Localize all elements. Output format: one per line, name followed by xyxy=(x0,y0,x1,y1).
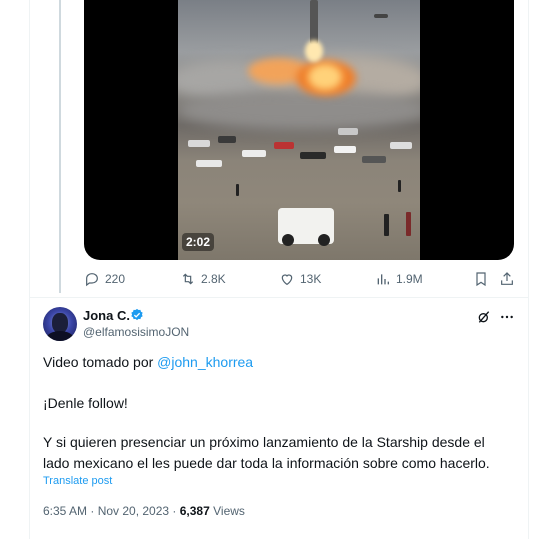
column-border-right xyxy=(528,0,529,539)
like-count: 13K xyxy=(300,272,322,286)
user-handle[interactable]: @elfamosisimoJON xyxy=(83,325,189,339)
share-icon xyxy=(501,272,513,285)
tweet-text-line-4: lado mexicano el les puede dar toda la i… xyxy=(43,455,490,471)
bookmark-button[interactable] xyxy=(473,271,489,292)
grok-icon[interactable] xyxy=(476,309,492,325)
views-icon xyxy=(377,274,389,285)
more-icon[interactable] xyxy=(499,309,515,325)
video-duration: 2:02 xyxy=(182,233,215,251)
like-button[interactable]: 13K xyxy=(279,271,321,287)
thread-connector-line xyxy=(59,0,61,293)
reply-icon xyxy=(86,273,98,287)
avatar[interactable] xyxy=(43,307,77,341)
translate-post-link[interactable]: Translate post xyxy=(43,475,112,487)
views-button[interactable]: 1.9M xyxy=(375,271,423,287)
views-total: 6,387 xyxy=(179,504,210,518)
tweet-timestamp[interactable]: 6:35 AM · Nov 20, 2023 · xyxy=(43,504,180,518)
video-frame xyxy=(178,0,420,260)
tweet-text-line-2: ¡Denle follow! xyxy=(43,395,128,411)
tweet-text-line-1: Video tomado por @john_khorrea xyxy=(43,354,253,370)
repost-count: 2.8K xyxy=(201,272,226,286)
tweet-divider xyxy=(30,297,528,298)
video-player[interactable]: 2:02 xyxy=(84,0,514,260)
tweet-text-prefix: Video tomado por xyxy=(43,354,158,370)
like-icon xyxy=(281,274,293,286)
display-name[interactable]: Jona C. xyxy=(83,308,130,323)
repost-icon xyxy=(182,273,194,285)
column-border-left xyxy=(29,0,30,539)
views-label: Views xyxy=(209,504,245,518)
reply-count: 220 xyxy=(105,272,126,286)
share-button[interactable] xyxy=(499,271,515,292)
tweet-text-line-3: Y si quieren presenciar un próximo lanza… xyxy=(43,434,485,450)
views-count: 1.9M xyxy=(396,272,423,286)
reply-button[interactable]: 220 xyxy=(84,271,125,287)
tweet-meta: 6:35 AM · Nov 20, 2023 · 6,387 Views xyxy=(43,504,245,518)
bookmark-icon xyxy=(476,272,486,287)
verified-badge-icon xyxy=(131,308,143,321)
mention-link[interactable]: @john_khorrea xyxy=(157,354,253,370)
repost-button[interactable]: 2.8K xyxy=(180,271,226,287)
